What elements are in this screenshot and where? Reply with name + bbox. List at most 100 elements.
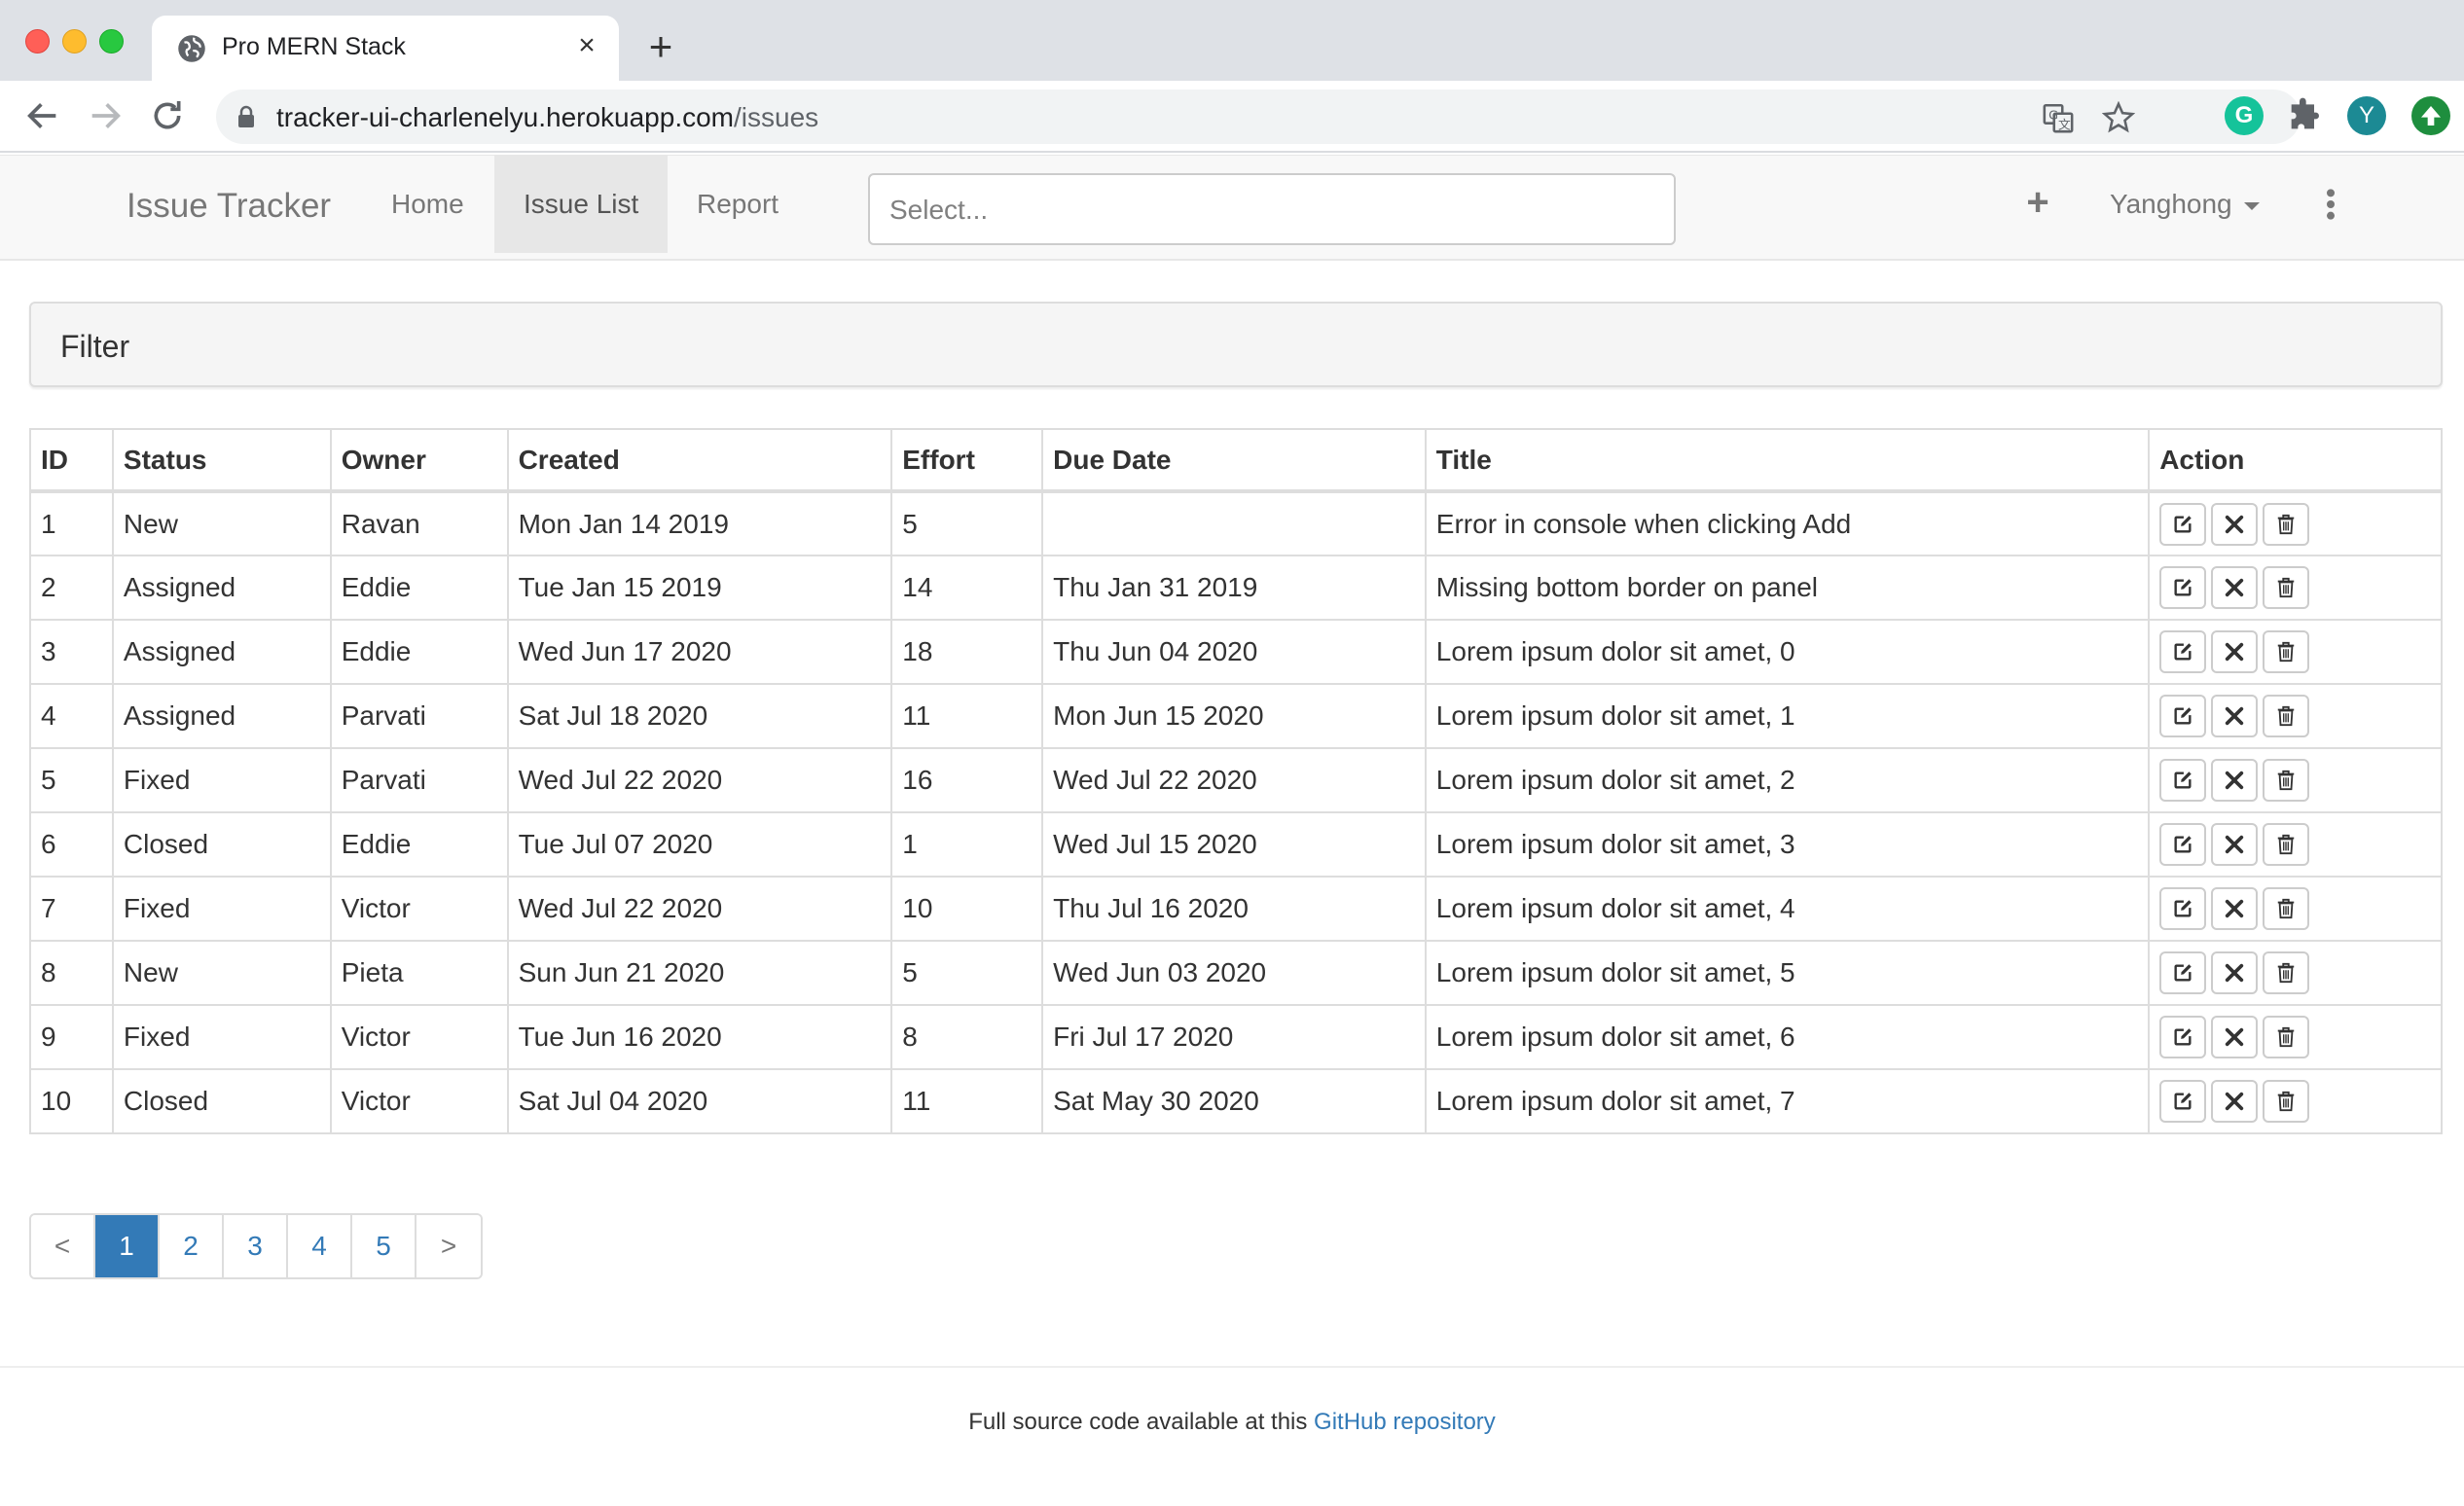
- user-dropdown[interactable]: Yanghong: [2110, 189, 2260, 220]
- issue-search-select[interactable]: Select...: [868, 173, 1676, 245]
- cell-owner: Pieta: [329, 940, 509, 1006]
- close-issue-button[interactable]: [2211, 502, 2259, 546]
- window-close-button[interactable]: [25, 29, 50, 54]
- browser-tab[interactable]: Pro MERN Stack ×: [152, 16, 619, 81]
- pagination-page-1[interactable]: 1: [95, 1215, 160, 1277]
- issue-table-body: 1 New Ravan Mon Jan 14 2019 5 Error in consol…: [29, 490, 2443, 1134]
- table-row[interactable]: 10 Closed Victor Sat Jul 04 2020 11 Sat May 3…: [29, 1068, 2443, 1134]
- delete-issue-button[interactable]: [2263, 695, 2310, 737]
- trash-icon: [2277, 577, 2295, 598]
- lock-icon[interactable]: [236, 105, 257, 128]
- extensions-puzzle-icon[interactable]: [2285, 96, 2324, 135]
- table-row[interactable]: 8 New Pieta Sun Jun 21 2020 5 Wed Jun 03 2020…: [29, 940, 2443, 1006]
- translate-icon[interactable]: G 文: [2042, 101, 2075, 134]
- edit-issue-button[interactable]: [2159, 630, 2207, 673]
- cell-id: 10: [29, 1068, 114, 1134]
- delete-issue-button[interactable]: [2263, 566, 2310, 609]
- cell-due-date: [1041, 490, 1427, 556]
- close-issue-button[interactable]: [2211, 887, 2259, 930]
- pagination: < 1 2 3 4 5 >: [29, 1213, 483, 1279]
- close-icon: [2226, 771, 2244, 790]
- pagination-page-3[interactable]: 3: [224, 1215, 288, 1277]
- nav-report[interactable]: Report: [668, 156, 808, 253]
- delete-issue-button[interactable]: [2263, 823, 2310, 866]
- nav-home[interactable]: Home: [362, 156, 493, 253]
- back-arrow-icon[interactable]: [23, 96, 62, 135]
- delete-issue-button[interactable]: [2263, 630, 2310, 673]
- close-issue-button[interactable]: [2211, 695, 2259, 737]
- cell-effort: 5: [890, 940, 1044, 1006]
- pagination-page-2[interactable]: 2: [160, 1215, 224, 1277]
- pagination-page-4[interactable]: 4: [288, 1215, 352, 1277]
- close-issue-button[interactable]: [2211, 823, 2259, 866]
- cell-action: [2148, 811, 2443, 878]
- more-vertical-icon[interactable]: [2316, 185, 2345, 224]
- update-arrow-icon[interactable]: [2411, 96, 2450, 135]
- close-issue-button[interactable]: [2211, 1016, 2259, 1058]
- delete-issue-button[interactable]: [2263, 1016, 2310, 1058]
- cell-status: Assigned: [111, 555, 332, 621]
- table-row[interactable]: 1 New Ravan Mon Jan 14 2019 5 Error in consol…: [29, 490, 2443, 556]
- close-icon: [2226, 1027, 2244, 1047]
- table-row[interactable]: 2 Assigned Eddie Tue Jan 15 2019 14 Thu Jan 3…: [29, 555, 2443, 621]
- cell-due-date: Thu Jan 31 2019: [1041, 555, 1427, 621]
- edit-issue-button[interactable]: [2159, 823, 2207, 866]
- tab-close-icon[interactable]: ×: [570, 29, 603, 62]
- filter-panel-title[interactable]: Filter: [60, 329, 129, 365]
- reload-icon[interactable]: [148, 96, 187, 135]
- pagination-next[interactable]: >: [417, 1215, 481, 1277]
- edit-issue-button[interactable]: [2159, 951, 2207, 994]
- cell-owner: Parvati: [329, 683, 509, 749]
- profile-avatar[interactable]: Y: [2347, 96, 2386, 135]
- table-row[interactable]: 3 Assigned Eddie Wed Jun 17 2020 18 Thu Jun 0…: [29, 619, 2443, 685]
- cell-due-date: Wed Jun 03 2020: [1041, 940, 1427, 1006]
- table-row[interactable]: 9 Fixed Victor Tue Jun 16 2020 8 Fri Jul 17 2…: [29, 1004, 2443, 1070]
- url-text[interactable]: tracker-ui-charlenelyu.herokuapp.com/iss…: [276, 102, 818, 133]
- delete-issue-button[interactable]: [2263, 951, 2310, 994]
- edit-issue-button[interactable]: [2159, 502, 2207, 546]
- app-navbar: Issue Tracker Home Issue List Report Sel…: [0, 155, 2464, 261]
- star-icon[interactable]: [2102, 101, 2135, 134]
- up-arrow-icon: [2421, 106, 2441, 126]
- delete-issue-button[interactable]: [2263, 759, 2310, 802]
- pagination-prev[interactable]: <: [31, 1215, 95, 1277]
- edit-issue-button[interactable]: [2159, 1080, 2207, 1123]
- add-issue-icon[interactable]: +: [2018, 183, 2057, 222]
- delete-issue-button[interactable]: [2263, 1080, 2310, 1123]
- cell-status: New: [111, 940, 332, 1006]
- edit-issue-button[interactable]: [2159, 1016, 2207, 1058]
- edit-issue-button[interactable]: [2159, 566, 2207, 609]
- window-minimize-button[interactable]: [62, 29, 87, 54]
- close-issue-button[interactable]: [2211, 759, 2259, 802]
- brand-title[interactable]: Issue Tracker: [127, 187, 331, 226]
- table-row[interactable]: 4 Assigned Parvati Sat Jul 18 2020 11 Mon Jun…: [29, 683, 2443, 749]
- close-issue-button[interactable]: [2211, 1080, 2259, 1123]
- browser-tab-strip: Pro MERN Stack × +: [0, 0, 2464, 81]
- delete-issue-button[interactable]: [2263, 887, 2310, 930]
- table-row[interactable]: 6 Closed Eddie Tue Jul 07 2020 1 Wed Jul 15 2…: [29, 811, 2443, 878]
- window-zoom-button[interactable]: [99, 29, 124, 54]
- close-issue-button[interactable]: [2211, 630, 2259, 673]
- filter-panel[interactable]: Filter: [29, 302, 2443, 387]
- new-tab-icon[interactable]: +: [640, 26, 681, 68]
- edit-issue-button[interactable]: [2159, 887, 2207, 930]
- address-bar[interactable]: tracker-ui-charlenelyu.herokuapp.com/iss…: [216, 90, 2301, 144]
- url-host: tracker-ui-charlenelyu.herokuapp.com: [276, 102, 734, 132]
- edit-issue-button[interactable]: [2159, 695, 2207, 737]
- grammarly-extension-icon[interactable]: G: [2225, 96, 2264, 135]
- delete-issue-button[interactable]: [2263, 502, 2310, 546]
- forward-arrow-icon[interactable]: [86, 96, 125, 135]
- cell-id: 7: [29, 876, 114, 942]
- table-row[interactable]: 5 Fixed Parvati Wed Jul 22 2020 16 Wed Jul 22…: [29, 747, 2443, 813]
- pagination-page-5[interactable]: 5: [352, 1215, 417, 1277]
- page-footer: Full source code available at this GitHu…: [0, 1366, 2464, 1506]
- cell-id: 4: [29, 683, 114, 749]
- table-row[interactable]: 7 Fixed Victor Wed Jul 22 2020 10 Thu Jul 16 …: [29, 876, 2443, 942]
- github-repository-link[interactable]: GitHub repository: [1314, 1409, 1496, 1435]
- cell-title: Lorem ipsum dolor sit amet, 3: [1424, 811, 2151, 878]
- edit-issue-button[interactable]: [2159, 759, 2207, 802]
- cell-title: Lorem ipsum dolor sit amet, 2: [1424, 747, 2151, 813]
- close-issue-button[interactable]: [2211, 951, 2259, 994]
- close-issue-button[interactable]: [2211, 566, 2259, 609]
- nav-issue-list[interactable]: Issue List: [494, 156, 669, 253]
